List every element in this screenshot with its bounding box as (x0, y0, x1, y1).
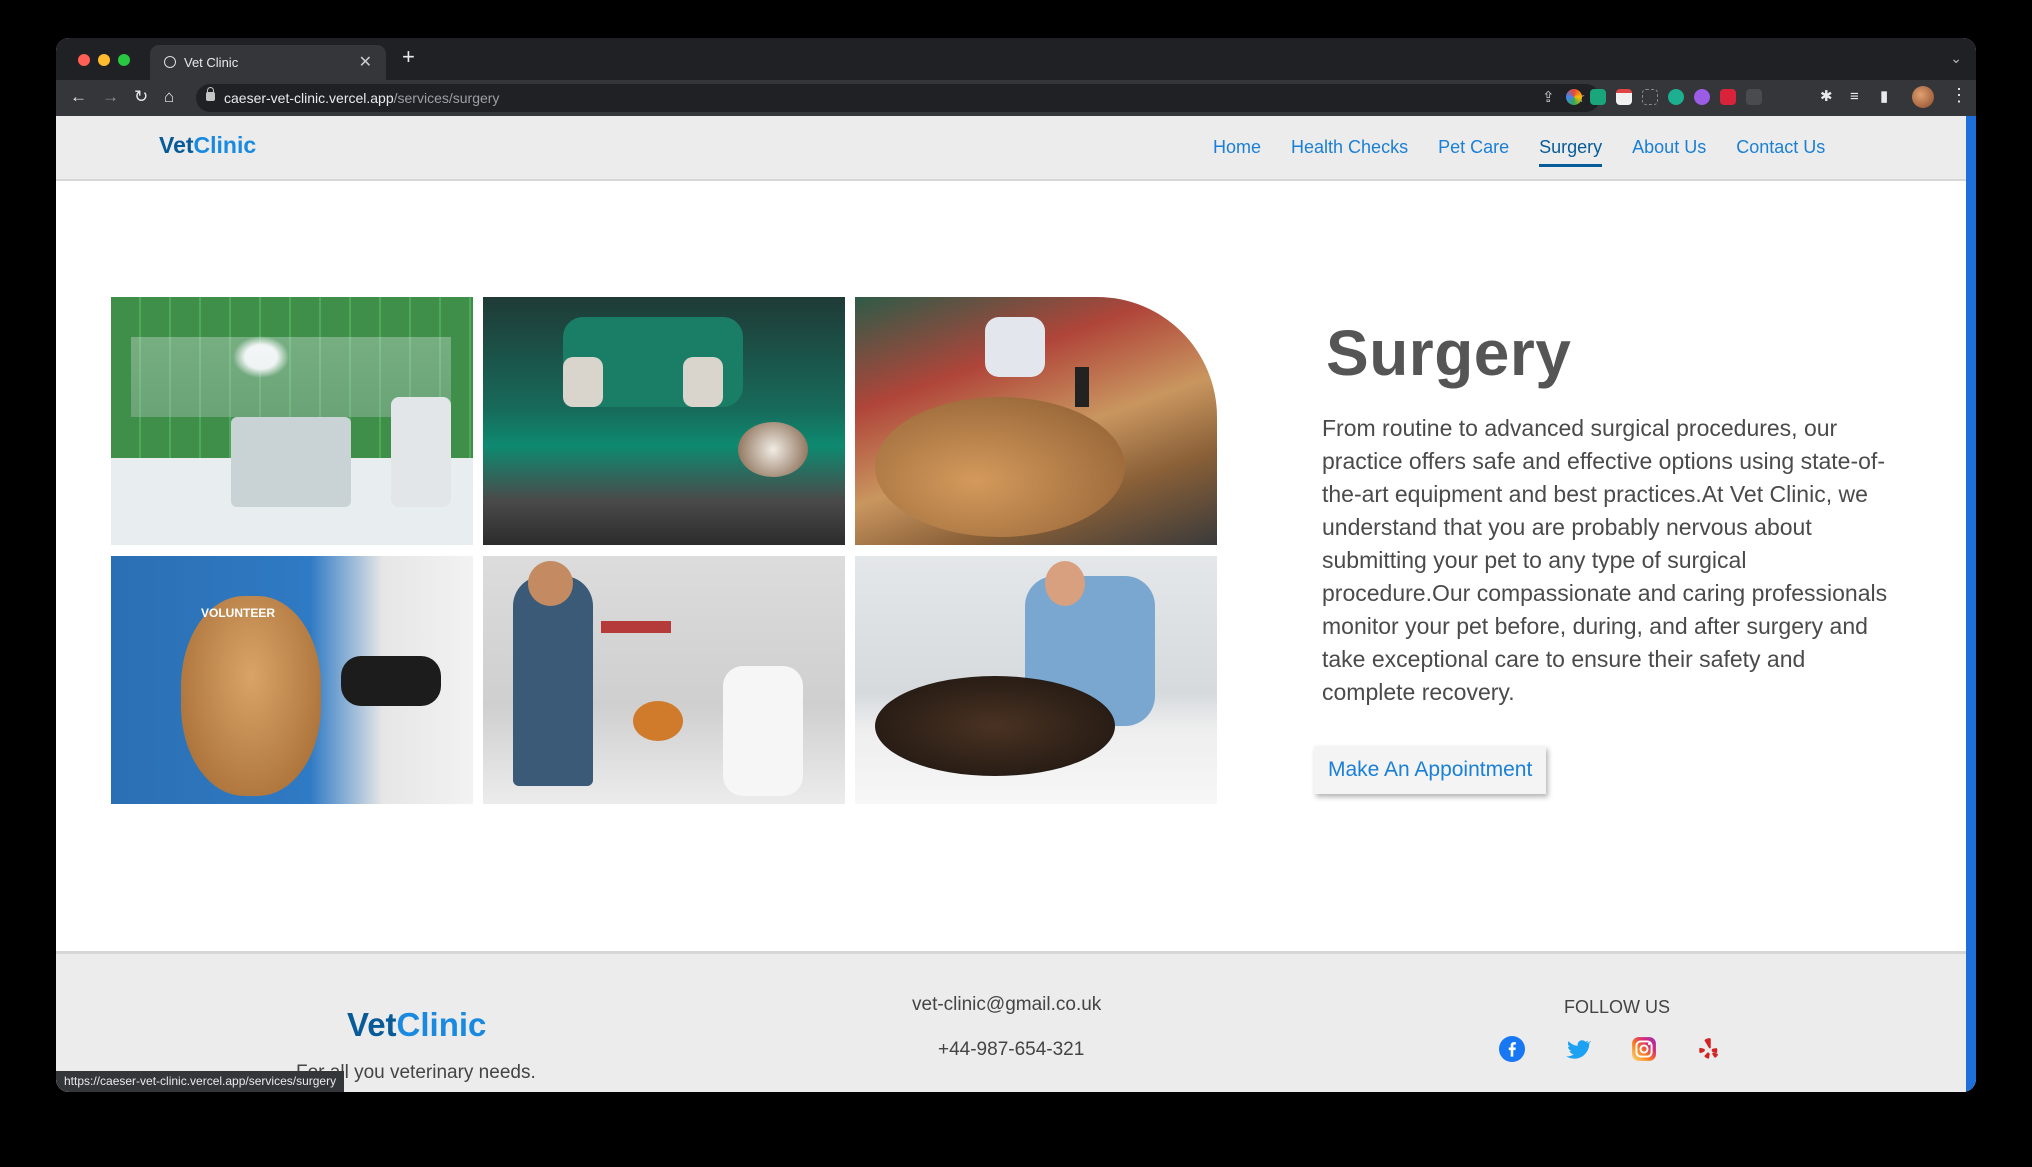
nav-link-home[interactable]: Home (1213, 137, 1261, 167)
reload-icon[interactable]: ↻ (134, 86, 148, 108)
surgery-gallery: VOLUNTEER (111, 297, 1219, 804)
gallery-image-volunteer-with-dog: VOLUNTEER (111, 556, 473, 804)
extensions-puzzle-icon[interactable]: ✱ (1820, 86, 1833, 108)
surgery-content: Surgery From routine to advanced surgica… (1322, 316, 1892, 709)
close-window-button[interactable] (78, 54, 90, 66)
extension-bracket-icon[interactable] (1746, 89, 1762, 105)
tab-bar: Vet Clinic ✕ + ⌄ (56, 38, 1976, 80)
twitter-icon[interactable] (1565, 1036, 1591, 1062)
nav-link-about-us[interactable]: About Us (1632, 137, 1706, 167)
browser-menu-icon[interactable]: ⋮ (1950, 85, 1968, 106)
tab-title: Vet Clinic (184, 55, 239, 70)
footer-phone[interactable]: +44-987-654-321 (938, 1039, 1084, 1061)
extension-red-icon[interactable] (1720, 89, 1736, 105)
nav-link-contact-us[interactable]: Contact Us (1736, 137, 1825, 167)
home-icon[interactable]: ⌂ (164, 86, 174, 108)
nav-link-pet-care[interactable]: Pet Care (1438, 137, 1509, 167)
maximize-window-button[interactable] (118, 54, 130, 66)
extension-calendar-icon[interactable] (1616, 89, 1632, 105)
color-extension-icon[interactable] (1566, 89, 1582, 105)
share-icon[interactable]: ⇪ (1542, 88, 1555, 106)
gallery-image-vet-with-pomeranian (483, 556, 845, 804)
side-panel-icon[interactable]: ▮ (1880, 86, 1888, 108)
status-bar-url: https://caeser-vet-clinic.vercel.app/ser… (56, 1071, 345, 1092)
footer-logo[interactable]: VetClinic (347, 1006, 486, 1044)
browser-tab[interactable]: Vet Clinic ✕ (150, 45, 386, 80)
url-text: caeser-vet-clinic.vercel.app/services/su… (224, 90, 500, 106)
browser-window: Vet Clinic ✕ + ⌄ ← → ↻ ⌂ caeser-vet-clin… (56, 38, 1976, 1092)
extension-purple-icon[interactable] (1694, 89, 1710, 105)
facebook-icon[interactable] (1499, 1036, 1525, 1062)
extension-w-icon[interactable] (1668, 89, 1684, 105)
follow-us-label: FOLLOW US (1564, 997, 1671, 1017)
reading-list-icon[interactable]: ≡ (1850, 86, 1859, 108)
forward-icon[interactable]: → (102, 86, 119, 108)
nav-link-health-checks[interactable]: Health Checks (1291, 137, 1408, 167)
extension-select-icon[interactable] (1642, 89, 1658, 105)
new-tab-button[interactable]: + (402, 46, 415, 68)
page-title: Surgery (1326, 317, 1572, 389)
lock-icon (206, 87, 215, 101)
back-icon[interactable]: ← (70, 86, 87, 108)
gallery-image-operating-room (111, 297, 473, 545)
profile-avatar[interactable] (1912, 86, 1934, 108)
tab-search-icon[interactable]: ⌄ (1950, 50, 1962, 67)
web-page: VetClinic Home Health Checks Pet Care Su… (56, 116, 1966, 1092)
site-logo[interactable]: VetClinic (159, 132, 256, 159)
nav-links: Home Health Checks Pet Care Surgery Abou… (1213, 137, 1825, 167)
favicon-icon (164, 56, 176, 68)
site-navbar: VetClinic Home Health Checks Pet Care Su… (56, 116, 1966, 181)
extension-green-icon[interactable] (1590, 89, 1606, 105)
scrollbar-accent (1966, 116, 1976, 1092)
nav-link-surgery[interactable]: Surgery (1539, 137, 1603, 167)
address-bar[interactable]: caeser-vet-clinic.vercel.app/services/su… (196, 84, 1600, 112)
surgery-description: From routine to advanced surgical proced… (1322, 415, 1888, 705)
footer-email[interactable]: vet-clinic@gmail.co.uk (912, 994, 1101, 1016)
minimize-window-button[interactable] (98, 54, 110, 66)
make-appointment-button[interactable]: Make An Appointment (1314, 746, 1547, 794)
close-tab-icon[interactable]: ✕ (359, 52, 372, 72)
gallery-image-dog-injection (855, 297, 1217, 545)
gallery-image-vet-stethoscope-shepherd (855, 556, 1217, 804)
gallery-image-surgery-on-cat (483, 297, 845, 545)
instagram-icon[interactable] (1631, 1036, 1657, 1062)
browser-toolbar: ← → ↻ ⌂ caeser-vet-clinic.vercel.app/ser… (56, 80, 1976, 116)
yelp-icon[interactable] (1697, 1036, 1723, 1062)
